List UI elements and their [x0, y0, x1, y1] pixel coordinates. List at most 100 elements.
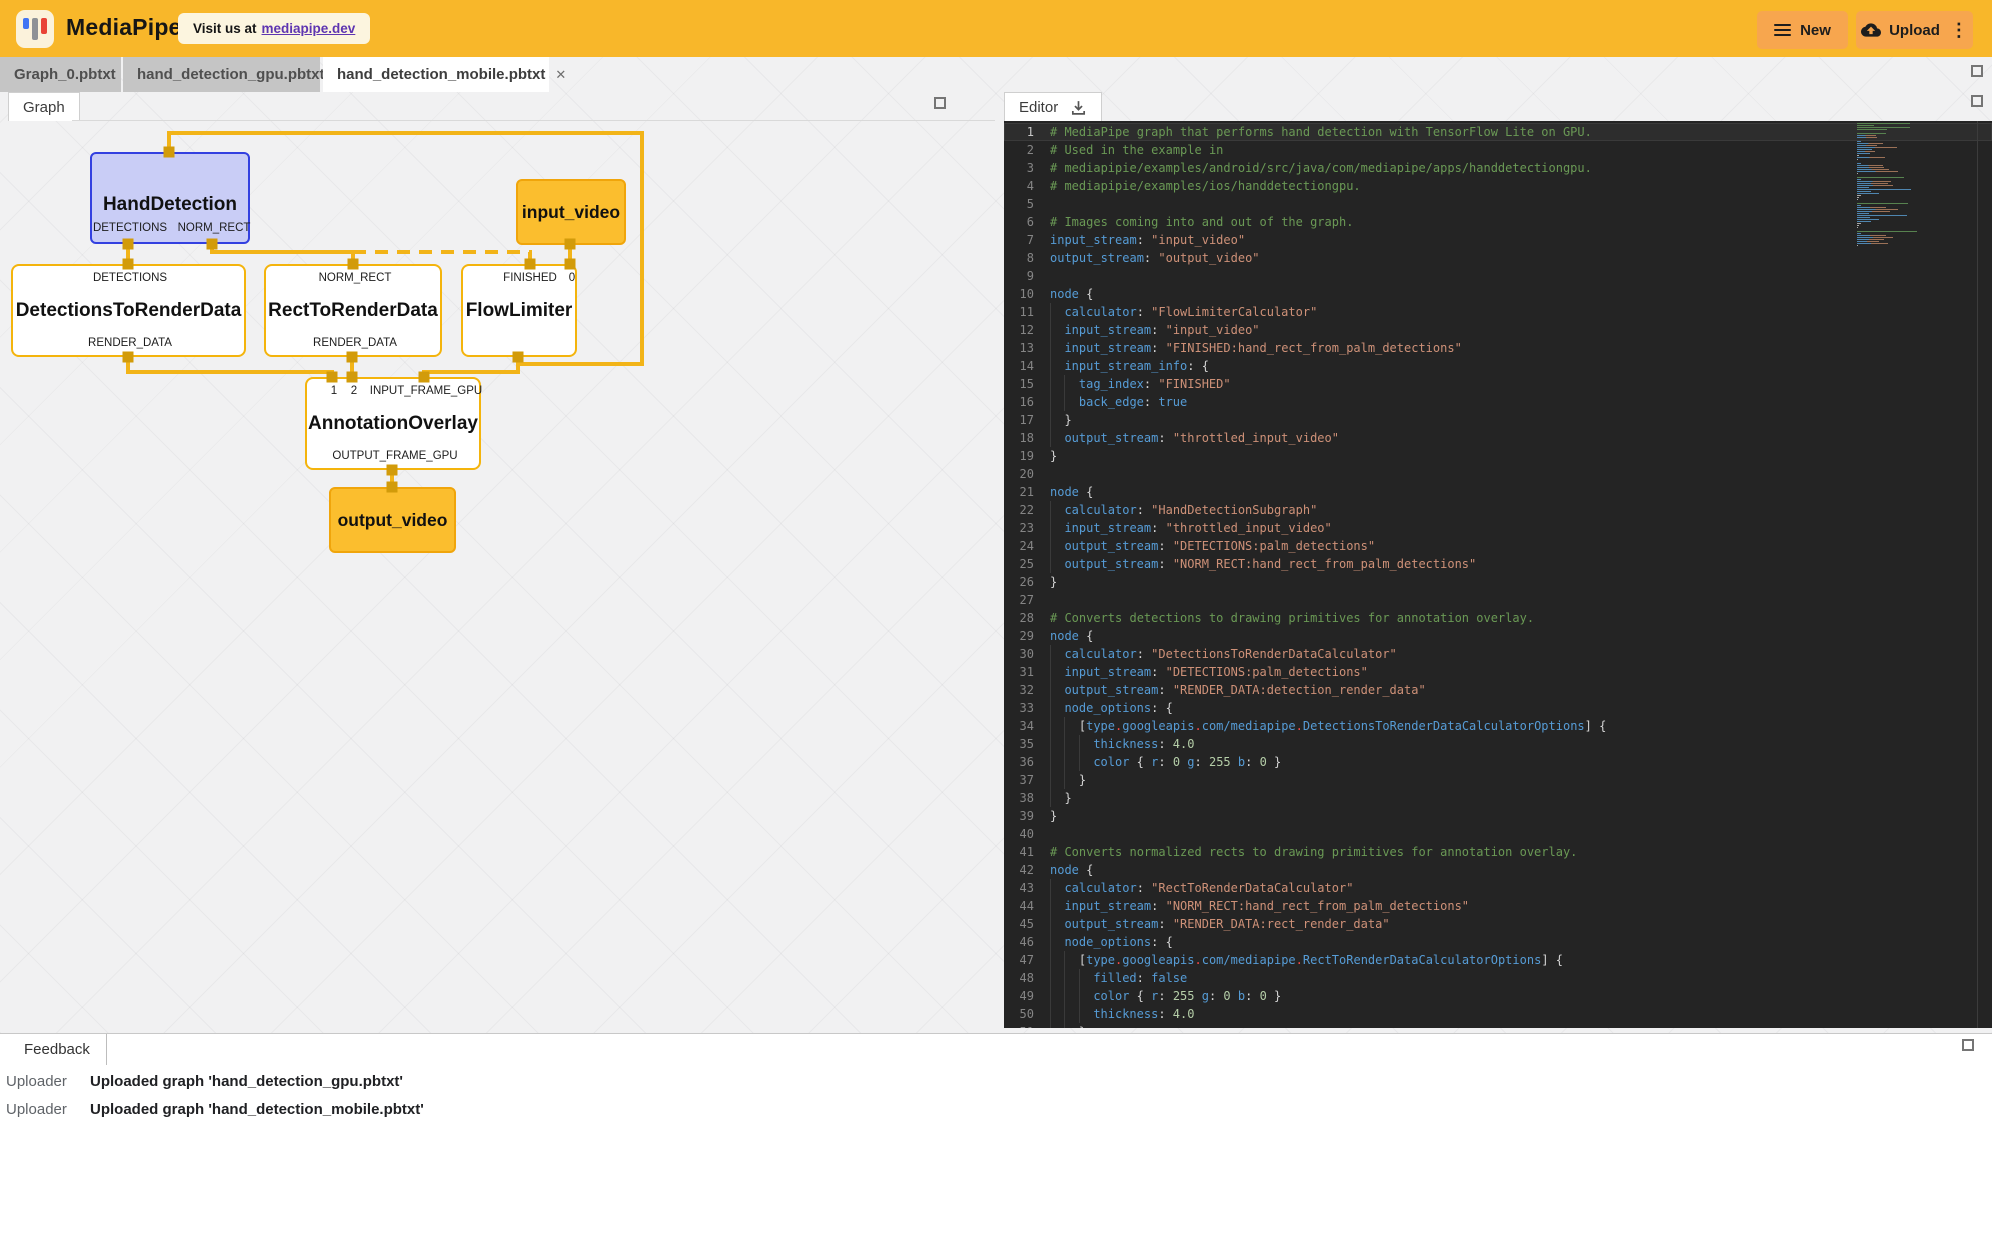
file-tab-hand_detection_mobile.pbtxt[interactable]: hand_detection_mobile.pbtxt✕: [323, 57, 549, 92]
feedback-source: Uploader: [6, 1073, 67, 1090]
code-line-7[interactable]: 7input_stream: "input_video": [1004, 231, 1992, 249]
code-line-15[interactable]: 15tag_index: "FINISHED": [1004, 375, 1992, 393]
code-line-36[interactable]: 36color { r: 0 g: 255 b: 0 }: [1004, 753, 1992, 771]
code-line-49[interactable]: 49color { r: 255 g: 0 b: 0 }: [1004, 987, 1992, 1005]
code-line-42[interactable]: 42node {: [1004, 861, 1992, 879]
graph-node-output_video[interactable]: output_video: [329, 487, 456, 553]
code-line-51[interactable]: 51}: [1004, 1023, 1992, 1028]
code-line-41[interactable]: 41# Converts normalized rects to drawing…: [1004, 843, 1992, 861]
mediapipe-dev-link[interactable]: mediapipe.dev: [262, 21, 356, 36]
graph-panel-tab[interactable]: Graph: [8, 92, 80, 121]
code-line-12[interactable]: 12input_stream: "input_video": [1004, 321, 1992, 339]
maximize-graph-icon[interactable]: [934, 97, 946, 109]
code-line-38[interactable]: 38}: [1004, 789, 1992, 807]
file-tab-hand_detection_gpu.pbtxt[interactable]: hand_detection_gpu.pbtxt✕: [123, 57, 320, 92]
editor-panel-tab[interactable]: Editor: [1004, 92, 1102, 121]
code-line-47[interactable]: 47[type.googleapis.com/mediapipe.RectToR…: [1004, 951, 1992, 969]
code-line-29[interactable]: 29node {: [1004, 627, 1992, 645]
code-line-3[interactable]: 3# mediapipie/examples/android/src/java/…: [1004, 159, 1992, 177]
new-button[interactable]: New: [1757, 11, 1848, 49]
code-line-4[interactable]: 4# mediapipie/examples/ios/handdetection…: [1004, 177, 1992, 195]
editor-minimap[interactable]: [1857, 123, 1977, 247]
feedback-source: Uploader: [6, 1101, 67, 1118]
code-line-48[interactable]: 48filled: false: [1004, 969, 1992, 987]
code-line-37[interactable]: 37}: [1004, 771, 1992, 789]
line-text: }: [1048, 447, 1057, 465]
code-line-2[interactable]: 2# Used in the example in: [1004, 141, 1992, 159]
code-line-44[interactable]: 44input_stream: "NORM_RECT:hand_rect_fro…: [1004, 897, 1992, 915]
graph-node-HandDetection[interactable]: HandDetectionDETECTIONSNORM_RECT: [90, 152, 250, 244]
code-line-10[interactable]: 10node {: [1004, 285, 1992, 303]
code-lines[interactable]: 1# MediaPipe graph that performs hand de…: [1004, 123, 1992, 1028]
line-number: 10: [1004, 285, 1048, 303]
code-line-45[interactable]: 45output_stream: "RENDER_DATA:rect_rende…: [1004, 915, 1992, 933]
code-line-27[interactable]: 27: [1004, 591, 1992, 609]
line-text: output_stream: "output_video": [1048, 249, 1260, 267]
code-line-1[interactable]: 1# MediaPipe graph that performs hand de…: [1004, 123, 1992, 141]
line-number: 15: [1004, 375, 1048, 393]
file-tab-label: Graph_0.pbtxt: [14, 66, 116, 83]
code-editor[interactable]: 1# MediaPipe graph that performs hand de…: [1004, 121, 1992, 1028]
code-line-24[interactable]: 24output_stream: "DETECTIONS:palm_detect…: [1004, 537, 1992, 555]
code-line-11[interactable]: 11calculator: "FlowLimiterCalculator": [1004, 303, 1992, 321]
line-number: 39: [1004, 807, 1048, 825]
code-line-22[interactable]: 22calculator: "HandDetectionSubgraph": [1004, 501, 1992, 519]
code-line-28[interactable]: 28# Converts detections to drawing primi…: [1004, 609, 1992, 627]
app-title: MediaPipe: [66, 14, 182, 41]
code-line-16[interactable]: 16back_edge: true: [1004, 393, 1992, 411]
editor-scrollbar[interactable]: [1977, 121, 1978, 1028]
graph-node-DetectionsToRenderData[interactable]: DetectionsToRenderDataDETECTIONSRENDER_D…: [11, 264, 246, 357]
editor-tab-label: Editor: [1019, 99, 1058, 116]
feedback-message: Uploaded graph 'hand_detection_gpu.pbtxt…: [90, 1073, 403, 1090]
file-tab-Graph_0.pbtxt[interactable]: Graph_0.pbtxt✕: [0, 57, 121, 92]
maximize-editor-icon[interactable]: [1971, 95, 1983, 107]
code-line-5[interactable]: 5: [1004, 195, 1992, 213]
node-title: output_video: [338, 510, 448, 531]
code-line-23[interactable]: 23input_stream: "throttled_input_video": [1004, 519, 1992, 537]
graph-node-FlowLimiter[interactable]: FlowLimiterFINISHED0: [461, 264, 577, 357]
code-line-43[interactable]: 43calculator: "RectToRenderDataCalculato…: [1004, 879, 1992, 897]
code-line-34[interactable]: 34[type.googleapis.com/mediapipe.Detecti…: [1004, 717, 1992, 735]
code-line-17[interactable]: 17}: [1004, 411, 1992, 429]
code-line-39[interactable]: 39}: [1004, 807, 1992, 825]
code-line-35[interactable]: 35thickness: 4.0: [1004, 735, 1992, 753]
graph-node-AnnotationOverlay[interactable]: AnnotationOverlay12INPUT_FRAME_GPUOUTPUT…: [305, 377, 481, 470]
code-line-33[interactable]: 33node_options: {: [1004, 699, 1992, 717]
code-line-40[interactable]: 40: [1004, 825, 1992, 843]
graph-node-input_video[interactable]: input_video: [516, 179, 626, 245]
line-text: calculator: "DetectionsToRenderDataCalcu…: [1048, 645, 1397, 663]
close-tab-icon[interactable]: ✕: [555, 67, 566, 83]
line-text: [1048, 591, 1050, 609]
maximize-tabbar-icon[interactable]: [1971, 65, 1983, 77]
line-number: 6: [1004, 213, 1048, 231]
upload-more-icon[interactable]: ⋮: [1950, 20, 1968, 41]
node-title: RectToRenderData: [268, 300, 438, 322]
code-line-31[interactable]: 31input_stream: "DETECTIONS:palm_detecti…: [1004, 663, 1992, 681]
graph-canvas[interactable]: HandDetectionDETECTIONSNORM_RECT input_vi…: [0, 121, 995, 1033]
code-line-6[interactable]: 6# Images coming into and out of the gra…: [1004, 213, 1992, 231]
code-line-19[interactable]: 19}: [1004, 447, 1992, 465]
code-line-18[interactable]: 18output_stream: "throttled_input_video": [1004, 429, 1992, 447]
line-text: back_edge: true: [1048, 393, 1187, 411]
port-label-1: 1: [331, 385, 337, 397]
line-text: input_stream: "input_video": [1048, 321, 1260, 339]
code-line-32[interactable]: 32output_stream: "RENDER_DATA:detection_…: [1004, 681, 1992, 699]
upload-button-label: Upload: [1889, 22, 1940, 39]
download-icon[interactable]: [1070, 99, 1087, 116]
code-line-46[interactable]: 46node_options: {: [1004, 933, 1992, 951]
graph-node-RectToRenderData[interactable]: RectToRenderDataNORM_RECTRENDER_DATA: [264, 264, 442, 357]
line-number: 12: [1004, 321, 1048, 339]
code-line-20[interactable]: 20: [1004, 465, 1992, 483]
code-line-25[interactable]: 25output_stream: "NORM_RECT:hand_rect_fr…: [1004, 555, 1992, 573]
upload-button[interactable]: Upload ⋮: [1856, 11, 1973, 49]
code-line-13[interactable]: 13input_stream: "FINISHED:hand_rect_from…: [1004, 339, 1992, 357]
code-line-50[interactable]: 50thickness: 4.0: [1004, 1005, 1992, 1023]
code-line-8[interactable]: 8output_stream: "output_video": [1004, 249, 1992, 267]
code-line-21[interactable]: 21node {: [1004, 483, 1992, 501]
maximize-feedback-icon[interactable]: [1962, 1039, 1974, 1051]
code-line-30[interactable]: 30calculator: "DetectionsToRenderDataCal…: [1004, 645, 1992, 663]
feedback-panel-tab[interactable]: Feedback: [8, 1034, 107, 1065]
code-line-26[interactable]: 26}: [1004, 573, 1992, 591]
code-line-14[interactable]: 14input_stream_info: {: [1004, 357, 1992, 375]
code-line-9[interactable]: 9: [1004, 267, 1992, 285]
